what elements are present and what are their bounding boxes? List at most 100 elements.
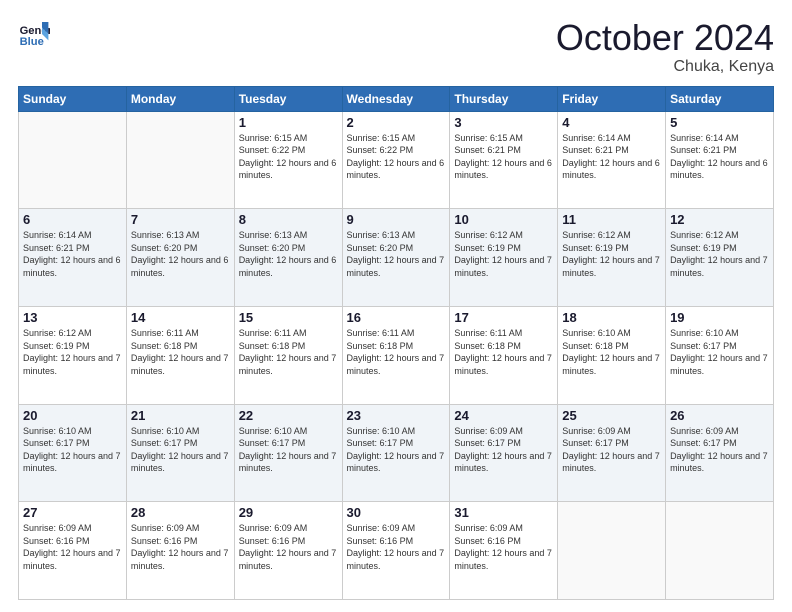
day-number: 17 — [454, 310, 553, 325]
col-friday: Friday — [558, 86, 666, 111]
calendar-day: 24 Sunrise: 6:09 AM Sunset: 6:17 PM Dayli… — [450, 404, 558, 502]
calendar-day — [126, 111, 234, 209]
day-number: 9 — [347, 212, 446, 227]
day-info: Sunrise: 6:09 AM Sunset: 6:17 PM Dayligh… — [454, 425, 553, 475]
svg-text:Blue: Blue — [20, 36, 44, 48]
calendar-day: 18 Sunrise: 6:10 AM Sunset: 6:18 PM Dayli… — [558, 306, 666, 404]
calendar-day: 27 Sunrise: 6:09 AM Sunset: 6:16 PM Dayli… — [19, 502, 127, 600]
day-info: Sunrise: 6:09 AM Sunset: 6:17 PM Dayligh… — [670, 425, 769, 475]
day-info: Sunrise: 6:12 AM Sunset: 6:19 PM Dayligh… — [562, 229, 661, 279]
col-tuesday: Tuesday — [234, 86, 342, 111]
calendar-day: 23 Sunrise: 6:10 AM Sunset: 6:17 PM Dayli… — [342, 404, 450, 502]
day-info: Sunrise: 6:11 AM Sunset: 6:18 PM Dayligh… — [131, 327, 230, 377]
calendar-day: 25 Sunrise: 6:09 AM Sunset: 6:17 PM Dayli… — [558, 404, 666, 502]
day-info: Sunrise: 6:10 AM Sunset: 6:17 PM Dayligh… — [239, 425, 338, 475]
calendar-day: 4Sunrise: 6:14 AM Sunset: 6:21 PM Daylig… — [558, 111, 666, 209]
day-info: Sunrise: 6:13 AM Sunset: 6:20 PM Dayligh… — [347, 229, 446, 279]
day-number: 22 — [239, 408, 338, 423]
day-number: 23 — [347, 408, 446, 423]
day-number: 11 — [562, 212, 661, 227]
col-saturday: Saturday — [666, 86, 774, 111]
title-block: October 2024 Chuka, Kenya — [556, 18, 774, 76]
calendar-week-3: 13 Sunrise: 6:12 AM Sunset: 6:19 PM Dayli… — [19, 306, 774, 404]
day-info: Sunrise: 6:13 AM Sunset: 6:20 PM Dayligh… — [239, 229, 338, 279]
calendar-week-2: 6 Sunrise: 6:14 AM Sunset: 6:21 PM Daylig… — [19, 209, 774, 307]
calendar-day: 26 Sunrise: 6:09 AM Sunset: 6:17 PM Dayli… — [666, 404, 774, 502]
day-info: Sunrise: 6:12 AM Sunset: 6:19 PM Dayligh… — [23, 327, 122, 377]
day-number: 25 — [562, 408, 661, 423]
calendar-day: 21Sunrise: 6:10 AM Sunset: 6:17 PM Dayli… — [126, 404, 234, 502]
day-number: 27 — [23, 505, 122, 520]
calendar-day — [666, 502, 774, 600]
day-number: 10 — [454, 212, 553, 227]
calendar-day: 19 Sunrise: 6:10 AM Sunset: 6:17 PM Dayli… — [666, 306, 774, 404]
day-number: 28 — [131, 505, 230, 520]
calendar-day: 28 Sunrise: 6:09 AM Sunset: 6:16 PM Dayli… — [126, 502, 234, 600]
day-info: Sunrise: 6:10 AM Sunset: 6:17 PM Dayligh… — [23, 425, 122, 475]
day-info: Sunrise: 6:14 AM Sunset: 6:21 PM Dayligh… — [562, 132, 661, 182]
calendar-day — [558, 502, 666, 600]
day-number: 3 — [454, 115, 553, 130]
day-number: 29 — [239, 505, 338, 520]
day-info: Sunrise: 6:14 AM Sunset: 6:21 PM Dayligh… — [23, 229, 122, 279]
col-wednesday: Wednesday — [342, 86, 450, 111]
day-number: 20 — [23, 408, 122, 423]
day-number: 6 — [23, 212, 122, 227]
calendar-day: 6 Sunrise: 6:14 AM Sunset: 6:21 PM Daylig… — [19, 209, 127, 307]
calendar-day — [19, 111, 127, 209]
day-info: Sunrise: 6:10 AM Sunset: 6:17 PM Dayligh… — [670, 327, 769, 377]
calendar-table: Sunday Monday Tuesday Wednesday Thursday… — [18, 86, 774, 600]
day-info: Sunrise: 6:11 AM Sunset: 6:18 PM Dayligh… — [454, 327, 553, 377]
day-number: 13 — [23, 310, 122, 325]
page-header: General Blue October 2024 Chuka, Kenya — [18, 18, 774, 76]
day-number: 18 — [562, 310, 661, 325]
calendar-day: 17 Sunrise: 6:11 AM Sunset: 6:18 PM Dayli… — [450, 306, 558, 404]
day-info: Sunrise: 6:11 AM Sunset: 6:18 PM Dayligh… — [239, 327, 338, 377]
day-number: 24 — [454, 408, 553, 423]
day-info: Sunrise: 6:14 AM Sunset: 6:21 PM Dayligh… — [670, 132, 769, 182]
day-info: Sunrise: 6:12 AM Sunset: 6:19 PM Dayligh… — [670, 229, 769, 279]
day-number: 16 — [347, 310, 446, 325]
day-info: Sunrise: 6:15 AM Sunset: 6:22 PM Dayligh… — [347, 132, 446, 182]
day-info: Sunrise: 6:09 AM Sunset: 6:16 PM Dayligh… — [23, 522, 122, 572]
location: Chuka, Kenya — [556, 58, 774, 76]
logo-icon: General Blue — [18, 18, 50, 50]
day-info: Sunrise: 6:09 AM Sunset: 6:17 PM Dayligh… — [562, 425, 661, 475]
calendar-day: 2Sunrise: 6:15 AM Sunset: 6:22 PM Daylig… — [342, 111, 450, 209]
calendar-day: 10Sunrise: 6:12 AM Sunset: 6:19 PM Dayli… — [450, 209, 558, 307]
day-number: 26 — [670, 408, 769, 423]
day-info: Sunrise: 6:09 AM Sunset: 6:16 PM Dayligh… — [239, 522, 338, 572]
col-monday: Monday — [126, 86, 234, 111]
calendar-day: 8 Sunrise: 6:13 AM Sunset: 6:20 PM Daylig… — [234, 209, 342, 307]
calendar-week-4: 20 Sunrise: 6:10 AM Sunset: 6:17 PM Dayli… — [19, 404, 774, 502]
calendar-day: 12 Sunrise: 6:12 AM Sunset: 6:19 PM Dayli… — [666, 209, 774, 307]
calendar-day: 20 Sunrise: 6:10 AM Sunset: 6:17 PM Dayli… — [19, 404, 127, 502]
calendar-day: 31Sunrise: 6:09 AM Sunset: 6:16 PM Dayli… — [450, 502, 558, 600]
calendar-day: 13 Sunrise: 6:12 AM Sunset: 6:19 PM Dayli… — [19, 306, 127, 404]
calendar-day: 5 Sunrise: 6:14 AM Sunset: 6:21 PM Daylig… — [666, 111, 774, 209]
day-number: 31 — [454, 505, 553, 520]
day-info: Sunrise: 6:15 AM Sunset: 6:21 PM Dayligh… — [454, 132, 553, 182]
day-number: 15 — [239, 310, 338, 325]
logo: General Blue — [18, 18, 50, 50]
day-number: 21 — [131, 408, 230, 423]
day-info: Sunrise: 6:11 AM Sunset: 6:18 PM Dayligh… — [347, 327, 446, 377]
calendar-week-5: 27 Sunrise: 6:09 AM Sunset: 6:16 PM Dayli… — [19, 502, 774, 600]
calendar-day: 7 Sunrise: 6:13 AM Sunset: 6:20 PM Daylig… — [126, 209, 234, 307]
day-number: 14 — [131, 310, 230, 325]
calendar-day: 15 Sunrise: 6:11 AM Sunset: 6:18 PM Dayli… — [234, 306, 342, 404]
day-info: Sunrise: 6:10 AM Sunset: 6:18 PM Dayligh… — [562, 327, 661, 377]
calendar-header-row: Sunday Monday Tuesday Wednesday Thursday… — [19, 86, 774, 111]
calendar-day: 1Sunrise: 6:15 AM Sunset: 6:22 PM Daylig… — [234, 111, 342, 209]
calendar-day: 16 Sunrise: 6:11 AM Sunset: 6:18 PM Dayli… — [342, 306, 450, 404]
calendar-day: 9 Sunrise: 6:13 AM Sunset: 6:20 PM Daylig… — [342, 209, 450, 307]
day-info: Sunrise: 6:10 AM Sunset: 6:17 PM Dayligh… — [347, 425, 446, 475]
day-info: Sunrise: 6:13 AM Sunset: 6:20 PM Dayligh… — [131, 229, 230, 279]
day-info: Sunrise: 6:09 AM Sunset: 6:16 PM Dayligh… — [131, 522, 230, 572]
day-number: 7 — [131, 212, 230, 227]
day-number: 5 — [670, 115, 769, 130]
day-number: 12 — [670, 212, 769, 227]
day-info: Sunrise: 6:09 AM Sunset: 6:16 PM Dayligh… — [347, 522, 446, 572]
day-number: 19 — [670, 310, 769, 325]
day-number: 8 — [239, 212, 338, 227]
